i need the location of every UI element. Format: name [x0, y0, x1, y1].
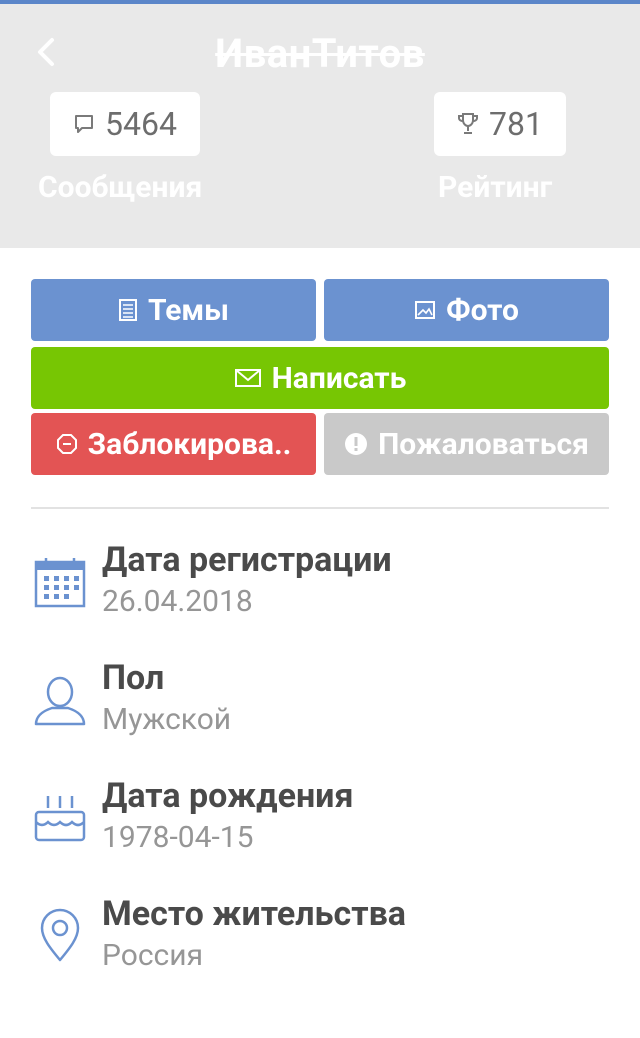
document-icon [118, 299, 137, 321]
messages-count: 5464 [105, 105, 177, 143]
rating-label: Рейтинг [438, 170, 553, 205]
photo-label: Фото [446, 292, 519, 328]
birth-date-label: Дата рождения [102, 776, 354, 816]
location-pin-icon [40, 908, 80, 962]
write-message-button[interactable]: Написать [31, 347, 609, 409]
photo-button[interactable]: Фото [324, 279, 609, 341]
trophy-icon [458, 113, 479, 134]
block-user-button[interactable]: Заблокирова.. [31, 413, 316, 475]
location-value: Россия [102, 938, 204, 973]
birth-date-value: 1978-04-15 [102, 820, 254, 855]
messages-count-box[interactable]: 5464 [50, 92, 200, 156]
registration-date-value: 26.04.2018 [102, 584, 253, 619]
location-label: Место жительства [102, 894, 406, 934]
chat-bubble-icon [75, 115, 94, 133]
write-message-label: Написать [271, 360, 407, 396]
themes-label: Темы [147, 292, 230, 328]
report-user-label: Пожаловаться [378, 426, 589, 462]
rating-count: 781 [489, 105, 543, 143]
envelope-icon [234, 369, 261, 387]
rating-count-box[interactable]: 781 [434, 92, 566, 156]
gender-label: Пол [102, 658, 165, 698]
profile-header: ИванТитов 5464 781 Сообщения Рейтинг [0, 4, 640, 248]
block-user-label: Заблокирова.. [87, 426, 292, 462]
profile-username: ИванТитов [215, 30, 425, 77]
birthday-cake-icon [34, 796, 86, 842]
image-icon [415, 301, 436, 319]
person-icon [34, 676, 86, 726]
messages-label: Сообщения [38, 170, 203, 205]
section-divider [31, 507, 609, 509]
registration-date-label: Дата регистрации [102, 540, 392, 580]
gender-value: Мужской [102, 702, 232, 737]
block-octagon-icon [56, 434, 77, 454]
themes-button[interactable]: Темы [31, 279, 316, 341]
calendar-icon [34, 558, 86, 608]
exclamation-circle-icon [345, 433, 368, 455]
report-user-button[interactable]: Пожаловаться [324, 413, 609, 475]
